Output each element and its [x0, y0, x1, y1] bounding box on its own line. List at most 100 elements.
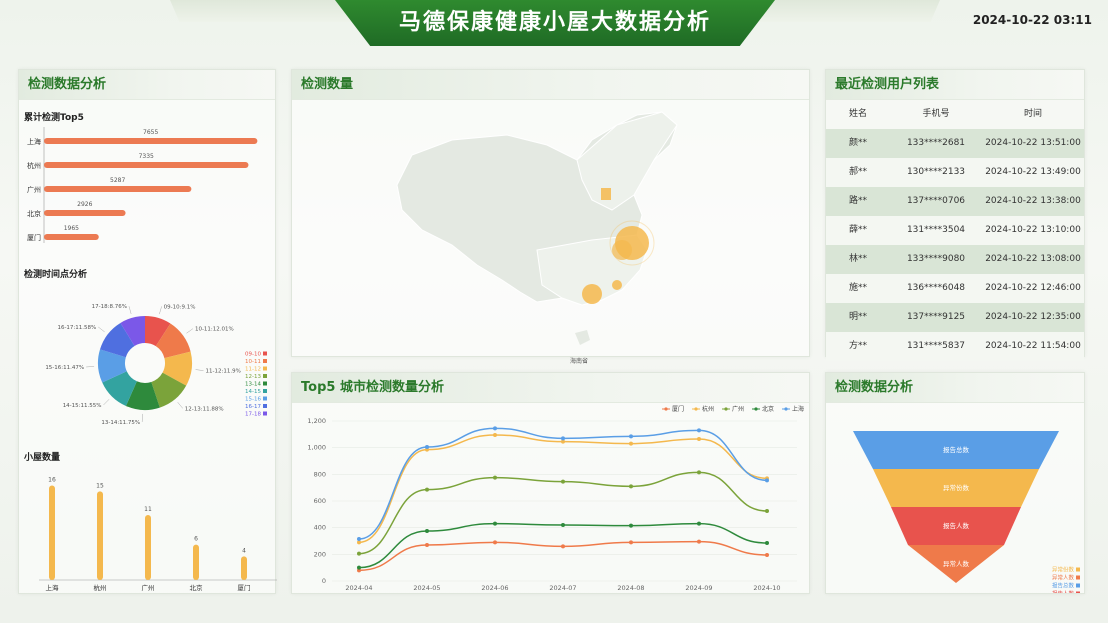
- table-row[interactable]: 颜** 133****2681 2024-10-22 13:51:00: [826, 129, 1084, 158]
- line-y-tick: 400: [314, 524, 326, 532]
- funnel-legend-swatch: [1076, 567, 1080, 572]
- pie-leader-line: [86, 366, 95, 368]
- china-map[interactable]: [292, 100, 811, 356]
- user-phone: 133****2681: [906, 138, 966, 148]
- line-point: [425, 543, 429, 547]
- pie-legend-label: 16-17: [245, 404, 261, 410]
- line-point: [493, 540, 497, 545]
- user-time: 2024-10-22 13:38:00: [985, 196, 1081, 206]
- line-point: [697, 539, 701, 544]
- funnel-legend-swatch: [1076, 583, 1080, 588]
- pie-legend-swatch: [263, 359, 267, 363]
- line-y-tick: 200: [314, 550, 326, 558]
- line-legend-label: 上海: [792, 405, 804, 413]
- table-row[interactable]: 明** 137****9125 2024-10-22 12:35:00: [826, 303, 1084, 332]
- line-point: [561, 523, 565, 527]
- house-value-label: 11: [144, 506, 152, 513]
- pie-legend-label: 11-12: [245, 367, 261, 373]
- line-panel: Top5 城市检测数量分析 0 200 400 600 800 1,000 1,200 202…: [291, 372, 810, 594]
- user-name: 林**: [848, 254, 867, 264]
- pie-slice-label: 10-11:12.01%: [195, 327, 234, 333]
- table-row[interactable]: 方** 131****5837 2024-10-22 11:54:00: [826, 332, 1084, 361]
- line-legend-dot: [664, 407, 668, 411]
- top5-city-label: 北京: [27, 209, 41, 218]
- title-wing-left: [170, 0, 360, 22]
- page-title: 马德保康健康小屋大数据分析: [398, 10, 711, 35]
- map-hainan: [575, 330, 590, 345]
- pie-leader-line: [177, 402, 183, 409]
- house-bar: [241, 556, 247, 580]
- funnel-stage-label: 异常份数: [943, 483, 970, 492]
- column-phone: 手机号: [922, 109, 950, 119]
- table-row[interactable]: 林** 133****9080 2024-10-22 13:08:00: [826, 245, 1084, 274]
- user-time: 2024-10-22 12:35:00: [985, 312, 1081, 322]
- line-point: [697, 428, 701, 433]
- top5-bar-chart: 上海 7655 杭州 7335 广州 5287 北京 2926 厦门 1965: [27, 127, 258, 243]
- funnel-legend-swatch: [1076, 591, 1080, 593]
- table-row[interactable]: 郝** 130****2133 2024-10-22 13:49:00: [826, 158, 1084, 187]
- line-legend-dot: [694, 407, 698, 411]
- house-bar: [193, 544, 199, 580]
- top5-bar: [44, 234, 99, 240]
- top5-value-label: 1965: [64, 225, 79, 232]
- left-panel-title: 检测数据分析: [19, 70, 275, 100]
- pie-legend-swatch: [263, 366, 267, 371]
- pie-legend-label: 13-14: [245, 382, 261, 388]
- funnel-legend-label: 报告人数: [1052, 590, 1075, 594]
- house-bar: [49, 485, 55, 580]
- pie-legend-swatch: [263, 374, 267, 378]
- line-point: [357, 565, 361, 570]
- user-name: 路**: [848, 196, 867, 206]
- line-point: [697, 470, 701, 475]
- top5-bar: [44, 210, 126, 216]
- column-time: 时间: [1023, 109, 1042, 119]
- map-panel-title: 检测数量: [292, 70, 809, 100]
- user-phone: 137****9125: [906, 312, 966, 322]
- line-x-tick: 2024-04: [345, 584, 372, 592]
- line-point: [765, 553, 769, 557]
- pie-legend-label: 14-15: [245, 389, 261, 395]
- table-row[interactable]: 施** 136****6048 2024-10-22 12:46:00: [826, 274, 1084, 303]
- line-point: [629, 484, 633, 489]
- line-legend-label: 北京: [762, 405, 774, 413]
- pie-legend-label: 17-18: [245, 412, 261, 418]
- line-point: [629, 523, 633, 528]
- table-row[interactable]: 薛** 131****3504 2024-10-22 13:10:00: [826, 216, 1084, 245]
- user-name: 明**: [848, 312, 867, 322]
- funnel-legend-label: 异常人数: [1052, 574, 1075, 582]
- users-table: 姓名 手机号 时间 颜** 133****2681 2024-10-22 13:51…: [826, 100, 1084, 361]
- line-series: [358, 427, 768, 540]
- table-header: 姓名 手机号 时间: [826, 100, 1084, 129]
- line-x-tick: 2024-09: [685, 584, 712, 592]
- top5-bar: [44, 186, 192, 192]
- line-point: [425, 445, 429, 449]
- pie-slice-label: 13-14:11.75%: [101, 420, 140, 426]
- pie-leader-line: [186, 328, 194, 334]
- title-wing-right: [750, 0, 940, 22]
- user-phone: 131****5837: [906, 341, 966, 351]
- user-time: 2024-10-22 12:46:00: [985, 283, 1081, 293]
- pie-legend-swatch: [263, 389, 267, 393]
- line-point: [765, 478, 769, 483]
- user-phone: 136****6048: [906, 283, 966, 293]
- funnel-stage-label: 报告总数: [943, 445, 970, 454]
- line-x-tick: 2024-06: [481, 584, 508, 592]
- user-phone: 137****0706: [906, 196, 966, 206]
- top5-value-label: 7655: [143, 129, 158, 136]
- table-row[interactable]: 路** 137****0706 2024-10-22 13:38:00: [826, 187, 1084, 216]
- house-bar-chart: 16 上海 15 杭州 11 广州 6 北京 4 厦门: [39, 477, 277, 592]
- bubble-beijing: [601, 188, 611, 200]
- pie-leader-line: [128, 306, 132, 314]
- line-point: [629, 540, 633, 545]
- pie-legend-swatch: [263, 396, 267, 401]
- top5-city-label: 杭州: [27, 161, 41, 170]
- funnel-legend-swatch: [1076, 575, 1080, 580]
- pie-slice-label: 12-13:11.88%: [185, 406, 224, 412]
- funnel-stage-label: 异常人数: [943, 559, 970, 568]
- funnel-chart: 报告总数异常份数报告人数异常人数异常份数异常人数报告总数报告人数: [853, 431, 1080, 594]
- line-x-tick: 2024-10: [753, 584, 780, 592]
- user-time: 2024-10-22 13:08:00: [985, 254, 1081, 264]
- top5-city-label: 上海: [27, 137, 41, 146]
- line-point: [629, 441, 633, 446]
- funnel-panel-title: 检测数据分析: [826, 373, 1084, 403]
